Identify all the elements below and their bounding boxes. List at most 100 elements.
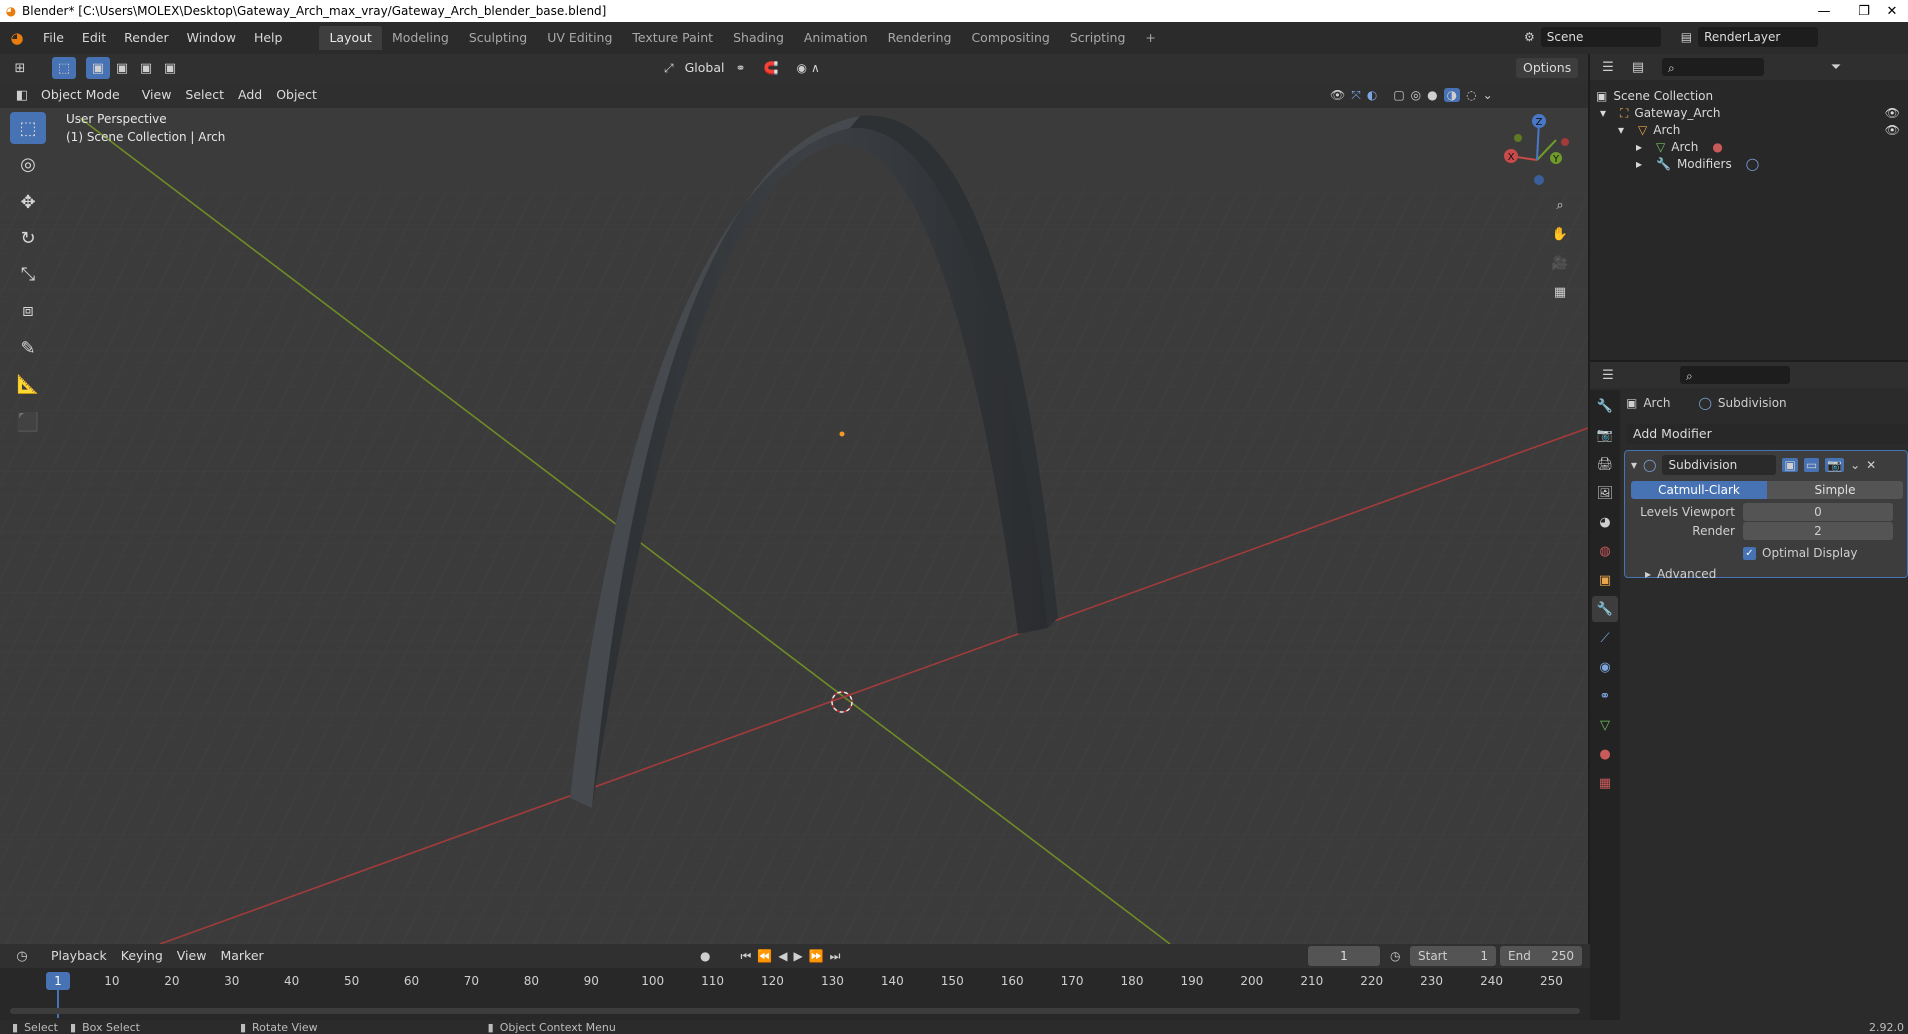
menu-help[interactable]: Help bbox=[245, 26, 292, 50]
menu-timeline-view[interactable]: View bbox=[170, 946, 214, 966]
advanced-subpanel[interactable]: ▸ Advanced bbox=[1645, 567, 1716, 581]
record-icon[interactable]: ● bbox=[700, 949, 710, 963]
end-frame-value[interactable]: 250 bbox=[1551, 946, 1574, 966]
scale-tool-icon[interactable]: ⤡ bbox=[10, 258, 46, 290]
jump-end-icon[interactable]: ⏭ bbox=[830, 949, 841, 964]
prev-keyframe-icon[interactable]: ⏪ bbox=[757, 949, 772, 963]
visibility-icon[interactable]: 👁 bbox=[1330, 88, 1345, 102]
expand-icon[interactable]: ▾ bbox=[1600, 103, 1614, 123]
transform-orientation-dropdown[interactable]: Global bbox=[678, 58, 732, 78]
menu-marker[interactable]: Marker bbox=[213, 946, 270, 966]
editmode-toggle-icon[interactable]: ▣ bbox=[1782, 458, 1798, 472]
menu-edit[interactable]: Edit bbox=[73, 26, 115, 50]
material-tab-icon[interactable]: ● bbox=[1592, 741, 1618, 767]
properties-search-input[interactable]: ⌕ bbox=[1680, 366, 1790, 384]
scene-tab-icon[interactable]: ◕ bbox=[1592, 509, 1618, 535]
timeline-scrollbar[interactable] bbox=[10, 1008, 1580, 1014]
tab-scripting[interactable]: Scripting bbox=[1060, 26, 1136, 50]
measure-tool-icon[interactable]: 📐 bbox=[10, 368, 46, 400]
select-subtract-icon[interactable]: ▣ bbox=[134, 57, 158, 79]
start-frame-field[interactable]: Start 1 bbox=[1410, 946, 1496, 966]
wireframe-shading-icon[interactable]: ◎ bbox=[1411, 88, 1421, 102]
render-toggle-icon[interactable]: 📷 bbox=[1825, 458, 1845, 472]
transform-tool-icon[interactable]: ⧈ bbox=[10, 294, 46, 326]
timeline-editor-icon[interactable]: ◷ bbox=[10, 945, 34, 967]
outliner-editor-icon[interactable]: ☰ bbox=[1596, 56, 1620, 78]
select-box-tool-icon[interactable]: ⬚ bbox=[10, 112, 46, 144]
tree-row-modifiers[interactable]: ▸ 🔧 Modifiers ◯ bbox=[1636, 154, 1759, 174]
tab-texture-paint[interactable]: Texture Paint bbox=[622, 26, 723, 50]
particles-tab-icon[interactable]: ⟋ bbox=[1592, 625, 1618, 651]
view-layer-tab-icon[interactable]: 🖼 bbox=[1592, 480, 1618, 506]
render-levels-field[interactable]: 2 bbox=[1743, 522, 1893, 540]
catmull-clark-option[interactable]: Catmull-Clark bbox=[1631, 481, 1767, 499]
annotate-tool-icon[interactable]: ✎ bbox=[10, 332, 46, 364]
expand-icon[interactable]: ▸ bbox=[1636, 154, 1650, 174]
xray-icon[interactable]: ▢ bbox=[1393, 88, 1404, 102]
close-window-button[interactable]: ✕ bbox=[1872, 0, 1908, 22]
pivot-icon[interactable]: ⚭ bbox=[735, 61, 745, 75]
tab-layout[interactable]: Layout bbox=[319, 26, 382, 50]
physics-tab-icon[interactable]: ◉ bbox=[1592, 654, 1618, 680]
play-reverse-icon[interactable]: ◀ bbox=[778, 949, 787, 963]
menu-window[interactable]: Window bbox=[178, 26, 245, 50]
editor-type-icon[interactable]: ⊞ bbox=[8, 57, 32, 79]
overlay-icon[interactable]: ◐ bbox=[1367, 88, 1377, 102]
snap-icon[interactable]: 🧲 bbox=[764, 61, 779, 75]
modifier-name-field[interactable]: Subdivision bbox=[1662, 455, 1777, 475]
zoom-icon[interactable]: ⌕ bbox=[1548, 194, 1572, 216]
menu-playback[interactable]: Playback bbox=[44, 946, 114, 966]
scene-selector[interactable]: Scene bbox=[1540, 27, 1661, 47]
tab-shading[interactable]: Shading bbox=[723, 26, 794, 50]
menu-view[interactable]: View bbox=[135, 85, 179, 105]
add-cube-tool-icon[interactable]: ⬛ bbox=[10, 406, 46, 438]
collapse-icon[interactable]: ▾ bbox=[1631, 458, 1637, 472]
menu-file[interactable]: File bbox=[34, 26, 73, 50]
data-tab-icon[interactable]: ▽ bbox=[1592, 712, 1618, 738]
pan-hand-icon[interactable]: ✋ bbox=[1548, 223, 1572, 245]
menu-object[interactable]: Object bbox=[269, 85, 324, 105]
levels-viewport-field[interactable]: 0 bbox=[1743, 503, 1893, 521]
move-tool-icon[interactable]: ✥ bbox=[10, 186, 46, 218]
tool-tab-icon[interactable]: 🔧 bbox=[1592, 393, 1618, 419]
gizmo-icon[interactable]: ⤧ bbox=[1351, 88, 1361, 103]
modifier-tab-icon[interactable]: 🔧 bbox=[1592, 596, 1618, 622]
end-frame-field[interactable]: End 250 bbox=[1500, 946, 1582, 966]
optimal-display-checkbox[interactable]: ✓ bbox=[1743, 546, 1756, 560]
texture-tab-icon[interactable]: ▦ bbox=[1592, 770, 1618, 796]
material-shading-icon[interactable]: ◑ bbox=[1443, 88, 1461, 102]
menu-render[interactable]: Render bbox=[115, 26, 178, 50]
output-tab-icon[interactable]: 🖨 bbox=[1592, 451, 1618, 477]
playhead[interactable]: 1 bbox=[46, 972, 70, 990]
add-modifier-dropdown[interactable]: Add Modifier bbox=[1626, 424, 1908, 444]
remove-modifier-icon[interactable]: ✕ bbox=[1866, 458, 1876, 472]
timeline-ruler[interactable]: 1102030405060708090100110120130140150160… bbox=[0, 968, 1590, 1020]
minimize-button[interactable]: — bbox=[1804, 0, 1844, 22]
current-frame-field[interactable]: 1 bbox=[1308, 946, 1380, 966]
properties-editor-icon[interactable]: ☰ bbox=[1596, 364, 1620, 386]
tab-modeling[interactable]: Modeling bbox=[382, 26, 459, 50]
simple-option[interactable]: Simple bbox=[1767, 481, 1903, 499]
play-icon[interactable]: ▶ bbox=[793, 949, 802, 963]
ortho-grid-icon[interactable]: ▦ bbox=[1548, 281, 1572, 303]
select-new-icon[interactable]: ▣ bbox=[86, 57, 110, 79]
tab-rendering[interactable]: Rendering bbox=[878, 26, 962, 50]
tab-uv-editing[interactable]: UV Editing bbox=[537, 26, 622, 50]
filter-icon[interactable]: ⏷ bbox=[1824, 56, 1848, 78]
menu-keying[interactable]: Keying bbox=[114, 946, 170, 966]
expand-icon[interactable]: ▸ bbox=[1645, 567, 1651, 581]
jump-start-icon[interactable]: ⏮ bbox=[740, 949, 751, 964]
proportional-edit-icon[interactable]: ◉ bbox=[797, 61, 807, 75]
select-extend-icon[interactable]: ▣ bbox=[110, 57, 134, 79]
visibility-eye-icon[interactable]: 👁 bbox=[1885, 120, 1900, 140]
modifier-menu-icon[interactable]: ⌄ bbox=[1850, 458, 1860, 472]
object-mode-dropdown[interactable]: Object Mode bbox=[34, 85, 127, 105]
3d-viewport[interactable]: X Y Z User Perspective (1) Scene Collect… bbox=[0, 108, 1588, 944]
next-keyframe-icon[interactable]: ⏩ bbox=[809, 949, 824, 963]
options-dropdown[interactable]: Options bbox=[1516, 58, 1579, 78]
tab-compositing[interactable]: Compositing bbox=[961, 26, 1059, 50]
menu-add[interactable]: Add bbox=[231, 85, 269, 105]
add-workspace-icon[interactable]: + bbox=[1135, 26, 1165, 50]
tab-animation[interactable]: Animation bbox=[794, 26, 878, 50]
cursor-tool-icon[interactable]: ◎ bbox=[10, 148, 46, 180]
